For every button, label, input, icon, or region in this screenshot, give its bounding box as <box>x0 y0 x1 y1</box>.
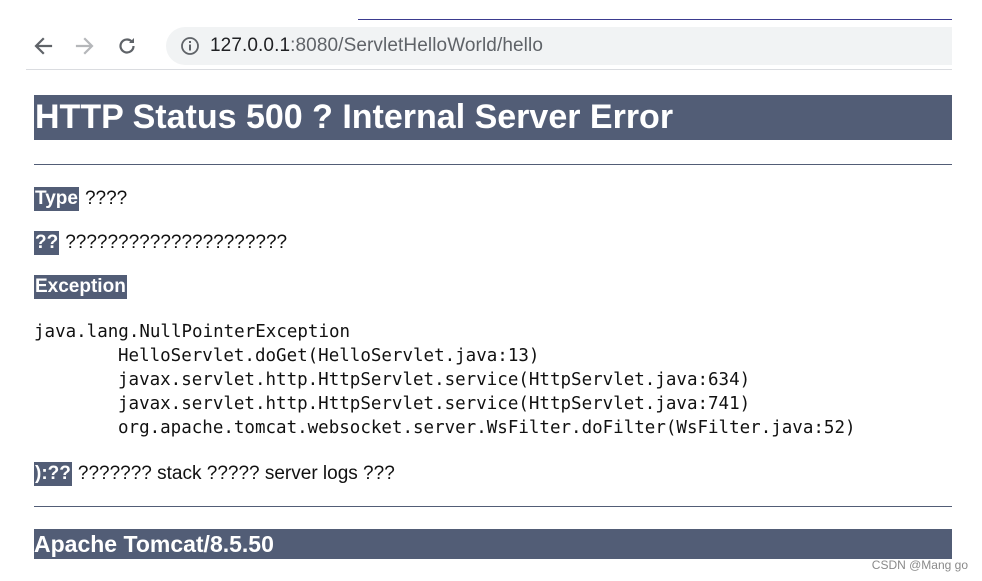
browser-toolbar: 127.0.0.1:8080/ServletHelloWorld/hello <box>26 24 952 68</box>
reload-icon <box>116 35 138 57</box>
stack-frame: org.apache.tomcat.websocket.server.WsFil… <box>118 418 856 438</box>
note-row: ):????????? stack ????? server logs ??? <box>34 462 395 486</box>
toolbar-divider <box>26 69 952 70</box>
message-value: ????????????????????? <box>65 232 288 253</box>
exception-row: Exception <box>34 275 127 299</box>
page-title: HTTP Status 500 ? Internal Server Error <box>34 95 952 140</box>
info-icon[interactable] <box>180 36 200 56</box>
divider <box>34 164 952 165</box>
address-bar[interactable]: 127.0.0.1:8080/ServletHelloWorld/hello <box>166 27 952 65</box>
note-label: ):?? <box>34 462 72 486</box>
exception-label: Exception <box>34 275 127 299</box>
browser-window: 127.0.0.1:8080/ServletHelloWorld/hello H… <box>0 0 982 581</box>
back-button[interactable] <box>26 29 60 63</box>
forward-button[interactable] <box>68 29 102 63</box>
url-host: 127.0.0.1 <box>210 35 291 56</box>
tab-strip-edge <box>358 19 952 20</box>
note-value: ??????? stack ????? server logs ??? <box>77 463 395 484</box>
type-row: Type???? <box>34 187 127 211</box>
exception-name: java.lang.NullPointerException <box>34 322 351 342</box>
arrow-right-icon <box>74 35 96 57</box>
type-value: ???? <box>84 188 128 209</box>
url-text: 127.0.0.1:8080/ServletHelloWorld/hello <box>210 35 543 57</box>
arrow-left-icon <box>32 35 54 57</box>
type-label: Type <box>34 187 79 211</box>
watermark: CSDN @Mang go <box>871 558 968 572</box>
divider <box>34 506 952 507</box>
stack-frame: javax.servlet.http.HttpServlet.service(H… <box>118 370 751 390</box>
server-footer: Apache Tomcat/8.5.50 <box>34 529 952 559</box>
url-path: :8080/ServletHelloWorld/hello <box>290 35 543 56</box>
message-label: ?? <box>34 231 60 255</box>
reload-button[interactable] <box>110 29 144 63</box>
message-row: ??????????????????????? <box>34 231 287 255</box>
stack-frame: HelloServlet.doGet(HelloServlet.java:13) <box>118 346 540 366</box>
stack-frame: javax.servlet.http.HttpServlet.service(H… <box>118 394 751 414</box>
stack-trace: java.lang.NullPointerException HelloServ… <box>34 320 856 440</box>
